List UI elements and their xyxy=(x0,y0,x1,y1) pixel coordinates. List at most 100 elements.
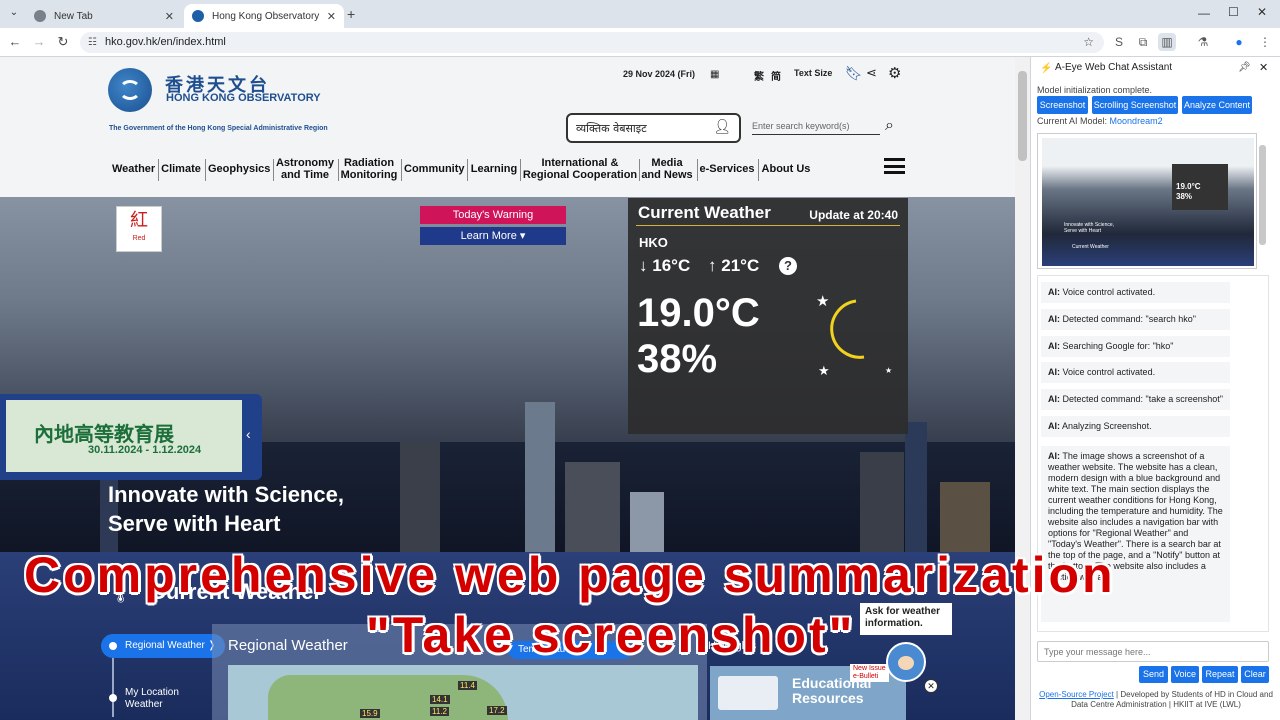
new-tab-button[interactable]: + xyxy=(347,6,355,22)
close-panel-icon[interactable]: ✕ xyxy=(1259,61,1268,74)
reload-icon[interactable]: ↻ xyxy=(54,33,72,51)
current-weather-card: Current Weather Update at 20:40 HKO ↓ 16… xyxy=(628,198,908,434)
bookmark-star-icon[interactable]: ☆ xyxy=(1083,32,1094,53)
educational-resources-card[interactable]: Educational Resources New Issue e-Bullet… xyxy=(710,664,906,720)
new-issue-badge: New Issue e-Bulleti xyxy=(850,664,889,682)
side-panel-icon[interactable]: ▥ xyxy=(1158,33,1176,51)
calendar-icon[interactable]: ▦ xyxy=(710,69,719,80)
tab-title: New Tab xyxy=(54,10,93,22)
hero-line-1: Innovate with Science, xyxy=(108,482,344,507)
hamburger-menu-icon[interactable] xyxy=(884,158,905,174)
open-source-link[interactable]: Open-Source Project xyxy=(1039,690,1114,699)
search-icon[interactable]: ⌕ xyxy=(885,117,894,135)
share-icon[interactable]: ⋖ xyxy=(866,65,877,81)
back-icon[interactable]: ← xyxy=(6,33,24,51)
menu-weather[interactable]: Weather xyxy=(112,163,155,175)
min-temp-value: 16°C xyxy=(652,256,691,275)
settings-gear-icon[interactable]: ⚙ xyxy=(888,64,901,82)
msg-sender: AI: xyxy=(1048,421,1060,431)
hero-line-2: Serve with Heart xyxy=(108,511,281,536)
user-voice-icon[interactable]: 👤︎ xyxy=(713,119,731,135)
assistant-app-icon: ⚡ xyxy=(1040,63,1053,74)
regional-weather-title: Regional Weather xyxy=(228,637,348,654)
education-expo-banner[interactable]: 內地高等教育展 30.11.2024 - 1.12.2024 xyxy=(6,400,242,472)
text-size-link[interactable]: Text Size xyxy=(794,68,832,78)
regional-map[interactable]: 11.4 14.1 11.2 17.2 15.9 xyxy=(228,665,698,720)
lang-traditional[interactable]: 繁 xyxy=(754,68,764,83)
map-temp-label: 11.2 xyxy=(430,707,449,716)
star-icon: ★ xyxy=(885,366,893,375)
hko-logo-icon[interactable] xyxy=(108,68,152,112)
menu-eservices[interactable]: e-Services xyxy=(699,163,755,175)
menu-learning[interactable]: Learning xyxy=(470,163,518,175)
menu-community[interactable]: Community xyxy=(404,163,465,175)
tab-search-icon[interactable]: ⌄ xyxy=(6,7,22,21)
analyze-content-button[interactable]: Analyze Content xyxy=(1182,96,1252,114)
help-icon[interactable]: ? xyxy=(779,257,797,275)
close-tab-icon[interactable]: ✕ xyxy=(165,10,174,23)
cw-min-temp: ↓ 16°C xyxy=(639,256,690,276)
screenshot-preview[interactable]: 19.0°C 38% Innovate with Science, Serve … xyxy=(1037,133,1257,269)
menu-media[interactable]: Media and News xyxy=(641,157,693,181)
page-scrollbar[interactable] xyxy=(1015,57,1030,720)
preview-cw-label: Current Weather xyxy=(1072,244,1109,250)
forward-icon[interactable]: → xyxy=(30,33,48,51)
voice-button[interactable]: Voice xyxy=(1171,666,1199,683)
tab-hko[interactable]: Hong Kong Observatory ✕ xyxy=(184,4,344,28)
send-button[interactable]: Send xyxy=(1139,666,1168,683)
menu-climate[interactable]: Climate xyxy=(161,163,201,175)
bookmark-icon[interactable]: 🔖︎ xyxy=(845,65,863,82)
preview-scrollbar[interactable] xyxy=(1259,145,1266,245)
msg-text: Analyzing Screenshot. xyxy=(1062,421,1152,431)
address-bar[interactable]: ☷ hko.gov.hk/en/index.html ☆ xyxy=(80,32,1104,53)
chat-message: AI: Voice control activated. xyxy=(1041,362,1230,383)
custom-search-box[interactable]: व्यक्तिक वेबसाइट 👤︎ xyxy=(566,113,741,143)
regional-weather-tab[interactable]: Regional Weather ❭ xyxy=(101,634,225,658)
msg-text: Searching Google for: "hko" xyxy=(1062,341,1174,351)
chat-message-input[interactable]: Type your message here... xyxy=(1037,641,1269,662)
gov-line: The Government of the Hong Kong Special … xyxy=(109,125,328,132)
ask-weather-bubble[interactable]: Ask for weather information. xyxy=(860,603,952,635)
close-tab-icon[interactable]: ✕ xyxy=(327,10,336,23)
maximize-icon[interactable]: ☐ xyxy=(1228,5,1239,19)
scrolling-screenshot-button[interactable]: Scrolling Screenshot xyxy=(1092,96,1178,114)
window-close-icon[interactable]: ✕ xyxy=(1257,5,1267,19)
todays-warning-button[interactable]: Today's Warning xyxy=(420,206,566,224)
search-input[interactable]: Enter search keyword(s) xyxy=(752,121,880,135)
msg-sender: AI: xyxy=(1048,314,1060,324)
menu-astronomy[interactable]: Astronomy and Time xyxy=(275,157,335,181)
menu-radiation[interactable]: Radiation Monitoring xyxy=(340,157,398,181)
screenshot-button[interactable]: Screenshot xyxy=(1037,96,1088,114)
caption-line-2: "Take screenshot" xyxy=(366,607,856,663)
menu-international[interactable]: International & Regional Cooperation xyxy=(522,157,638,181)
red-fire-danger-icon[interactable]: 紅 Red xyxy=(116,206,162,252)
minimize-icon[interactable]: — xyxy=(1198,6,1210,20)
menu-about[interactable]: About Us xyxy=(761,163,811,175)
clear-button[interactable]: Clear xyxy=(1241,666,1269,683)
site-info-icon[interactable]: ☷ xyxy=(88,32,97,53)
banner-carousel[interactable]: 內地高等教育展 30.11.2024 - 1.12.2024 ‹ xyxy=(0,394,262,480)
menu-geophysics[interactable]: Geophysics xyxy=(208,163,270,175)
extension-s-icon[interactable]: S xyxy=(1110,33,1128,51)
current-model: Current AI Model: Moondream2 xyxy=(1037,116,1163,126)
close-chatbot-icon[interactable]: ✕ xyxy=(924,679,938,693)
tab-new-tab[interactable]: New Tab ✕ xyxy=(26,4,182,28)
repeat-button[interactable]: Repeat xyxy=(1202,666,1238,683)
profile-avatar-icon[interactable]: ● xyxy=(1230,33,1248,51)
map-temp-label: 15.9 xyxy=(360,709,380,718)
learn-more-button[interactable]: Learn More ▾ xyxy=(420,227,566,245)
scrollbar-thumb[interactable] xyxy=(1018,71,1027,161)
extensions-puzzle-icon[interactable]: ⧉ xyxy=(1134,33,1152,51)
lang-simplified[interactable]: 简 xyxy=(771,68,781,83)
chatbot-avatar-icon[interactable] xyxy=(886,642,926,682)
chat-message: AI: Analyzing Screenshot. xyxy=(1041,416,1230,437)
model-name: Moondream2 xyxy=(1109,116,1163,126)
red-label: Red xyxy=(132,235,146,242)
msg-text: Detected command: "take a screenshot" xyxy=(1062,394,1223,404)
pin-icon[interactable]: 📌︎ xyxy=(1238,62,1251,73)
my-location-tab[interactable]: My Location Weather xyxy=(125,687,179,711)
globe-icon xyxy=(34,10,46,22)
labs-flask-icon[interactable]: ⚗ xyxy=(1194,33,1212,51)
browser-menu-icon[interactable]: ⋮ xyxy=(1256,33,1274,51)
carousel-prev-icon[interactable]: ‹ xyxy=(246,426,251,442)
